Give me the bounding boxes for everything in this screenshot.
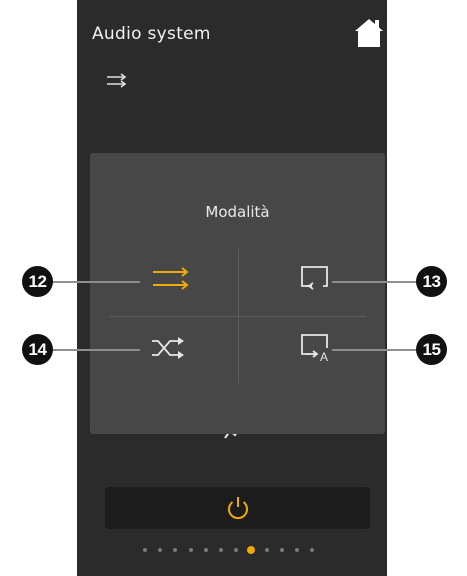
divider [109,316,366,317]
page-dot[interactable] [279,548,284,552]
repeat-album-icon: A [301,334,328,364]
page-dot[interactable] [234,548,239,552]
app-title: Audio system [92,24,211,44]
page-dot[interactable] [188,548,193,552]
app-screen: Audio system Modalità A [77,0,387,576]
repeat-all-icon [153,267,189,290]
page-dot[interactable] [158,548,163,552]
page-dot[interactable] [203,548,208,552]
page-dot[interactable] [173,548,178,552]
page-dot[interactable] [143,548,147,552]
page-dot[interactable] [264,548,269,552]
page-indicator [77,546,387,556]
repeat-all-button[interactable] [133,257,213,307]
page-dot-active[interactable] [247,546,256,554]
page-dot[interactable] [295,548,299,552]
repeat-album-button[interactable]: A [282,323,362,373]
callout-line [48,349,140,351]
repeat-all-icon [106,72,128,90]
power-icon [228,497,248,520]
callout-badge: 14 [22,334,53,365]
callout-badge: 12 [22,266,53,297]
callout-badge: 13 [416,266,447,297]
album-letter: A [320,350,328,364]
shuffle-button[interactable] [133,323,213,373]
callout-line [332,281,420,283]
page-dot[interactable] [310,548,315,552]
stage: Audio system Modalità A 12 13 14 15 [0,0,467,576]
home-icon[interactable] [354,17,384,49]
power-button[interactable] [105,487,370,529]
mode-dialog: Modalità A [90,153,385,434]
callout-line [48,281,140,283]
page-dot[interactable] [219,548,223,552]
callout-line [332,349,420,351]
callout-badge: 15 [416,334,447,365]
dialog-title: Modalità [205,203,270,221]
shuffle-icon [152,337,184,359]
